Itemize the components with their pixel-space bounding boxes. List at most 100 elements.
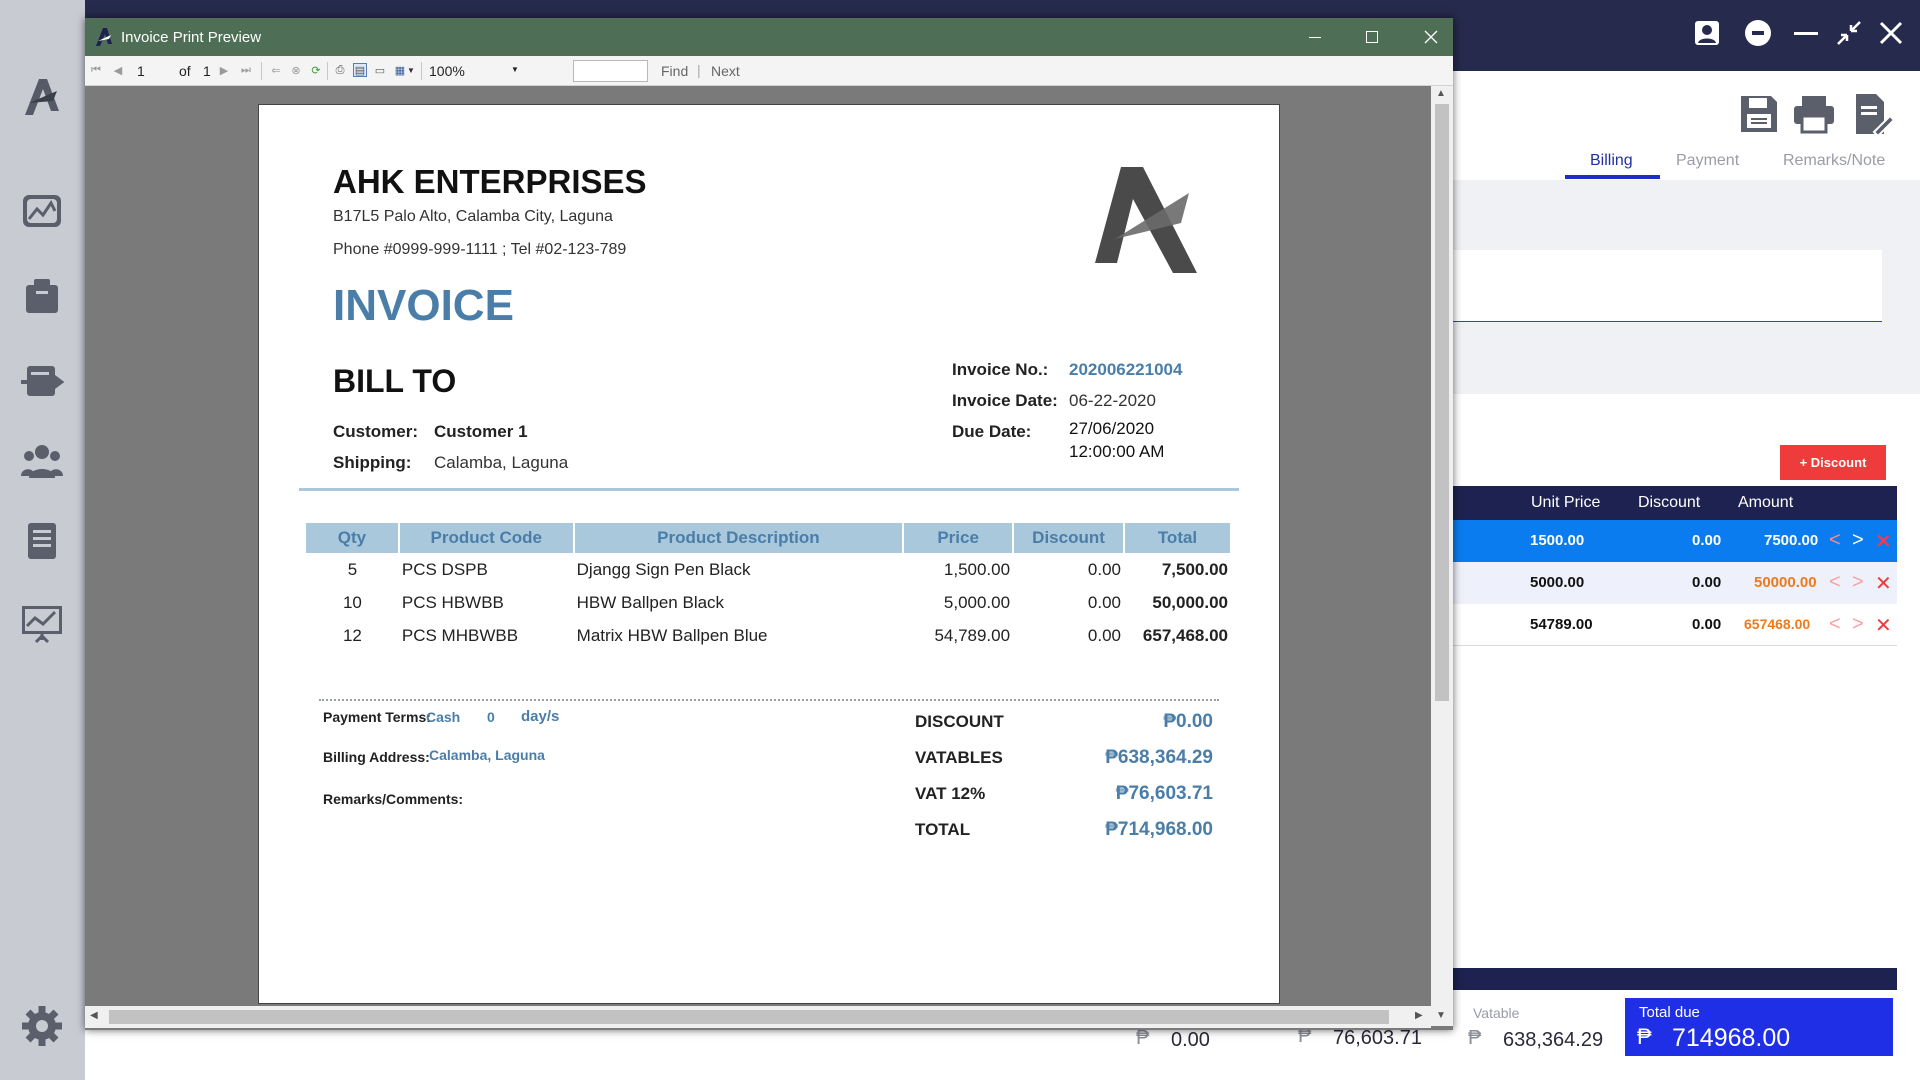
refresh-icon[interactable]: ⟳: [309, 63, 323, 77]
invoice-date-value: 06-22-2020: [1069, 391, 1156, 410]
vertical-scroll-thumb[interactable]: [1435, 104, 1449, 701]
add-discount-button[interactable]: + Discount: [1780, 445, 1886, 480]
user-account-icon[interactable]: [1690, 16, 1724, 50]
window-title-bar[interactable]: Invoice Print Preview: [85, 18, 1453, 56]
cell-discount: 0.00: [1087, 559, 1121, 579]
billing-address-value: Calamba, Laguna: [429, 747, 545, 763]
tab-remarks-note[interactable]: Remarks/Note: [1783, 152, 1885, 170]
grid-cell-amount: 657468.00: [1744, 616, 1811, 632]
export-icon[interactable]: ▦: [393, 63, 407, 77]
vat-label: VAT 12%: [915, 784, 986, 803]
total-due-value: 714968.00: [1672, 1024, 1791, 1052]
customers-icon[interactable]: [16, 435, 68, 487]
invoice-no-value: 202006221004: [1069, 360, 1183, 379]
remove-item-icon[interactable]: ✕: [1875, 613, 1892, 638]
print-layout-icon[interactable]: ▤: [353, 63, 367, 77]
bill-to-heading: BILL TO: [333, 363, 457, 399]
customer-input-box[interactable]: [1452, 250, 1882, 322]
find-link[interactable]: Find: [661, 63, 688, 79]
company-phone: Phone #0999-999-1111 ; Tel #02-123-789: [333, 241, 627, 258]
grid-cell-amount: 50000.00: [1754, 574, 1817, 591]
find-text-input[interactable]: [573, 60, 648, 82]
increase-icon[interactable]: >: [1852, 571, 1864, 594]
save-icon[interactable]: [1737, 92, 1781, 136]
toolbar-text-separator: |: [697, 62, 701, 78]
decrease-icon[interactable]: <: [1829, 529, 1841, 552]
back-icon[interactable]: ⇐: [269, 63, 283, 77]
scroll-left-icon[interactable]: ◀: [90, 1010, 98, 1021]
payment-days-unit: day/s: [521, 708, 560, 725]
horizontal-scroll-thumb[interactable]: [109, 1010, 1389, 1024]
first-page-icon[interactable]: ⏮: [89, 63, 103, 77]
print-icon[interactable]: ⎙: [333, 63, 347, 77]
grid-header-discount: Discount: [1638, 494, 1701, 511]
reports-icon[interactable]: [16, 597, 68, 649]
app-logo-icon[interactable]: [16, 70, 68, 122]
restore-icon[interactable]: [1832, 16, 1866, 50]
cell-discount: 0.00: [1087, 592, 1121, 612]
vatable-total-value: 638,364.29: [1503, 1029, 1604, 1051]
app-logo-icon: [95, 27, 113, 47]
grid-row[interactable]: 5000.00 0.00 50000.00 < > ✕: [1452, 562, 1897, 604]
billing-address-label: Billing Address:: [323, 749, 430, 765]
col-total: Total: [1124, 523, 1232, 553]
increase-icon[interactable]: >: [1852, 613, 1864, 636]
vertical-scrollbar[interactable]: ▲ ▼: [1431, 86, 1453, 1026]
settings-gear-icon[interactable]: [16, 1000, 68, 1052]
edit-document-icon[interactable]: [1850, 92, 1896, 138]
close-icon[interactable]: [1874, 16, 1908, 50]
next-link[interactable]: Next: [711, 63, 740, 79]
window-maximize-button[interactable]: [1357, 24, 1387, 50]
window-minimize-button[interactable]: [1300, 24, 1330, 50]
col-qty: Qty: [306, 523, 400, 553]
chevron-down-icon: ▼: [511, 65, 519, 74]
remove-item-icon[interactable]: ✕: [1875, 529, 1892, 554]
peso-icon: ₱: [1637, 1024, 1652, 1049]
export-dropdown-icon[interactable]: ▼: [407, 63, 415, 77]
decrease-icon[interactable]: <: [1829, 613, 1841, 636]
cell-total: 7,500.00: [1161, 559, 1228, 579]
increase-icon[interactable]: >: [1852, 529, 1864, 552]
minimize-icon[interactable]: [1789, 16, 1823, 50]
cell-qty: 10: [342, 592, 362, 612]
dashboard-icon[interactable]: [16, 186, 68, 238]
col-product-description: Product Description: [573, 523, 905, 553]
tab-billing[interactable]: Billing: [1590, 152, 1633, 170]
previous-page-icon[interactable]: ◀: [111, 63, 125, 77]
items-grid-header: Unit Price Discount Amount: [1452, 486, 1897, 520]
decrease-icon[interactable]: <: [1829, 571, 1841, 594]
cell-price: 54,789.00: [934, 625, 1011, 645]
scroll-right-icon[interactable]: ▶: [1415, 1010, 1423, 1021]
shipping-value: Calamba, Laguna: [434, 453, 569, 472]
next-page-icon[interactable]: ▶: [217, 63, 231, 77]
cell-description: HBW Ballpen Black: [576, 592, 725, 612]
stop-icon[interactable]: ⊗: [289, 63, 303, 77]
horizontal-scrollbar[interactable]: ◀ ▶: [85, 1006, 1431, 1028]
col-price: Price: [903, 523, 1015, 553]
toolbar-separator: [261, 62, 262, 80]
zoom-select[interactable]: 100% ▼: [425, 60, 525, 82]
invoice-list-icon[interactable]: [16, 515, 68, 567]
page-number-input[interactable]: 1: [137, 63, 173, 79]
scroll-down-icon[interactable]: ▼: [1436, 1010, 1446, 1021]
print-icon[interactable]: [1792, 92, 1836, 136]
company-address: B17L5 Palo Alto, Calamba City, Laguna: [333, 208, 613, 225]
due-time-value: 12:00:00 AM: [1069, 442, 1165, 461]
transfer-icon[interactable]: [16, 355, 68, 407]
sidebar: [0, 0, 85, 1080]
scroll-up-icon[interactable]: ▲: [1436, 88, 1446, 99]
cell-total: 657,468.00: [1142, 625, 1228, 645]
page-setup-icon[interactable]: ▭: [373, 63, 387, 77]
discount-summary-value: ₱0.00: [1163, 711, 1213, 732]
table-row: 5 PCS DSPB Djangg Sign Pen Black 1,500.0…: [306, 553, 1231, 586]
window-close-button[interactable]: [1416, 24, 1446, 50]
grid-row[interactable]: 1500.00 0.00 7500.00 < > ✕: [1452, 520, 1897, 562]
cell-code: PCS MHBWBB: [401, 625, 519, 645]
toolbar-separator: [327, 62, 328, 80]
logout-icon[interactable]: [1741, 16, 1775, 50]
last-page-icon[interactable]: ⏭: [239, 63, 253, 77]
tab-payment[interactable]: Payment: [1676, 152, 1739, 170]
remove-item-icon[interactable]: ✕: [1875, 571, 1892, 596]
inventory-box-icon[interactable]: [16, 270, 68, 322]
grid-row[interactable]: 54789.00 0.00 657468.00 < > ✕: [1452, 604, 1897, 646]
